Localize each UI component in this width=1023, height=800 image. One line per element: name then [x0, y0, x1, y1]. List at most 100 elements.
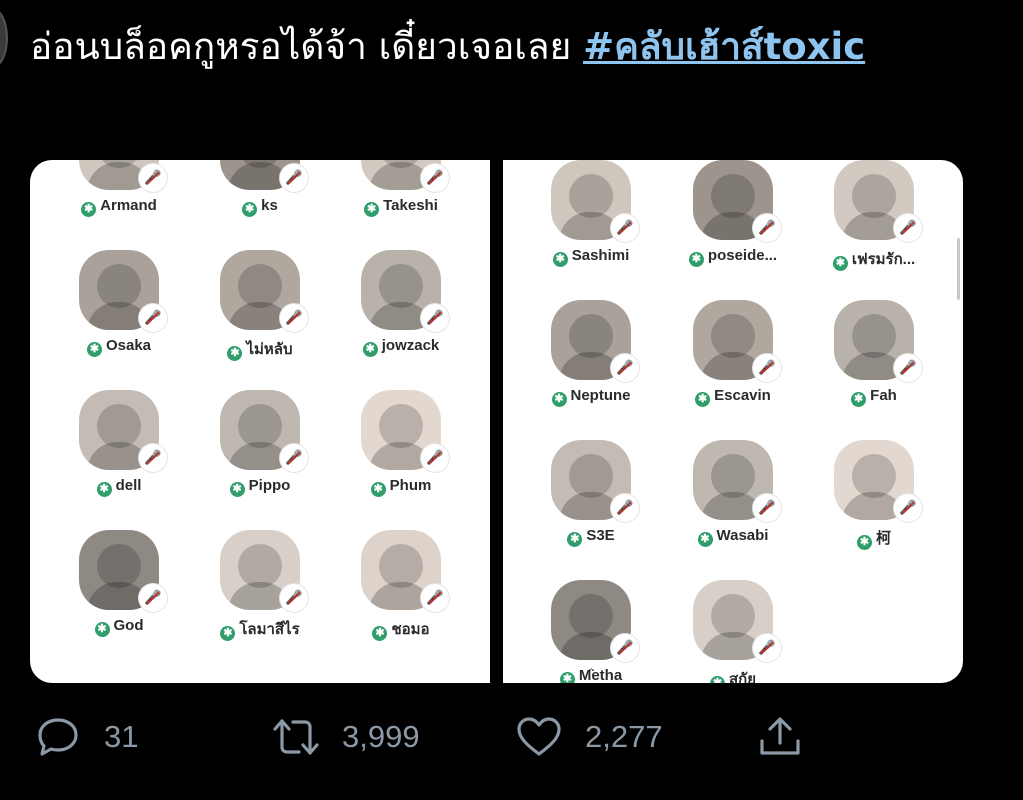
participant-name: ✱ 柯: [809, 527, 939, 550]
participant-name-text: ไม่หลับ: [246, 341, 293, 358]
muted-mic-icon: 🎤: [280, 304, 308, 332]
participant-tile[interactable]: 🎤 ✱ สกัย: [668, 580, 798, 683]
moderator-badge-icon: ✱: [362, 342, 378, 357]
like-count: 2,277: [585, 719, 663, 754]
participant-name: ✱ Wasabi: [668, 527, 798, 547]
participant-tile[interactable]: 🎤 ✱ โลมาสีไร: [195, 530, 325, 650]
participant-name: ✱ Osaka: [54, 337, 184, 357]
tweet-text: อ่อนบล็อคกูหรอได้จ้า เดี๋ยวเจอเลย #คลับเ…: [30, 18, 990, 76]
participant-tile[interactable]: 🎤 ✱ Wasabi: [668, 440, 798, 560]
participant-name: ✱ Mֹ̈etha: [526, 667, 656, 683]
participant-name-text: poseide...: [707, 247, 778, 264]
participant-name: ✱ Sashimi: [526, 247, 656, 267]
participant-name-text: Sashimi: [571, 247, 630, 264]
muted-mic-icon: 🎤: [894, 354, 922, 382]
screenshot-right[interactable]: 🎤 ✱ Sashimi 🎤 ✱ poseide... 🎤 ✱ เฟรมรัก... 🎤 ✱ Neptu…: [503, 160, 963, 683]
participant-name-text: S3E: [586, 527, 615, 544]
participant-name-text: Neptune: [570, 387, 631, 404]
reply-icon: [38, 718, 78, 756]
hashtag-link[interactable]: #คลับเฮ้าส์toxic: [583, 25, 865, 68]
moderator-badge-icon: ✱: [370, 482, 386, 497]
heart-icon: [517, 717, 561, 756]
moderator-badge-icon: ✱: [220, 626, 236, 641]
participant-name: ✱ dell: [54, 477, 184, 497]
participant-name-text: dell: [115, 477, 142, 494]
muted-mic-icon: 🎤: [894, 494, 922, 522]
share-button[interactable]: [756, 705, 804, 769]
muted-mic-icon: 🎤: [611, 494, 639, 522]
participant-name-text: สกัย: [728, 671, 757, 683]
participant-tile[interactable]: 🎤 ✱ Fah: [809, 300, 939, 420]
participant-tile[interactable]: 🎤 ✱ ไม่หลับ: [195, 250, 325, 370]
participant-name-text: เฟรมรัก...: [851, 251, 916, 268]
participant-tile[interactable]: 🎤 ✱ S3E: [526, 440, 656, 560]
like-button[interactable]: 2,277: [515, 705, 663, 769]
participant-tile[interactable]: 🎤 ✱ Mֹ̈etha: [526, 580, 656, 683]
author-avatar[interactable]: [0, 8, 8, 68]
muted-mic-icon: 🎤: [753, 494, 781, 522]
participant-name-text: Fah: [870, 387, 897, 404]
participant-tile[interactable]: 🎤 ✱ Phum: [336, 390, 466, 510]
participant-tile[interactable]: 🎤 ✱ poseide...: [668, 160, 798, 280]
muted-mic-icon: 🎤: [421, 164, 449, 192]
retweet-count: 3,999: [342, 719, 420, 754]
participant-name: ✱ Fah: [809, 387, 939, 407]
moderator-badge-icon: ✱: [94, 622, 110, 637]
participant-tile[interactable]: 🎤 ✱ เฟรมรัก...: [809, 160, 939, 280]
tweet-media[interactable]: 🎤 ✱ Armand 🎤 ✱ ks 🎤 ✱ Takeshi 🎤 ✱ Osaka 🎤 ✱ ไม่หลับ 🎤 ✱ j…: [30, 160, 963, 683]
reply-button[interactable]: 31: [34, 705, 138, 769]
muted-mic-icon: 🎤: [280, 444, 308, 472]
retweet-button[interactable]: 3,999: [272, 705, 420, 769]
moderator-badge-icon: ✱: [551, 392, 567, 407]
participant-tile[interactable]: 🎤 ✱ Pippo: [195, 390, 325, 510]
moderator-badge-icon: ✱: [856, 535, 872, 550]
moderator-badge-icon: ✱: [688, 252, 704, 267]
muted-mic-icon: 🎤: [753, 354, 781, 382]
screenshot-left[interactable]: 🎤 ✱ Armand 🎤 ✱ ks 🎤 ✱ Takeshi 🎤 ✱ Osaka 🎤 ✱ ไม่หลับ 🎤 ✱ j…: [30, 160, 490, 683]
participant-name-text: Escavin: [714, 387, 771, 404]
muted-mic-icon: 🎤: [139, 584, 167, 612]
moderator-badge-icon: ✱: [86, 342, 102, 357]
participant-tile[interactable]: 🎤 ✱ jowzack: [336, 250, 466, 370]
participant-tile[interactable]: 🎤 ✱ Escavin: [668, 300, 798, 420]
participant-tile[interactable]: 🎤 ✱ Armand: [54, 160, 184, 230]
moderator-badge-icon: ✱: [552, 252, 568, 267]
participant-tile[interactable]: 🎤 ✱ God: [54, 530, 184, 650]
participant-name: ✱ เฟรมรัก...: [809, 247, 939, 271]
reply-count: 31: [104, 719, 139, 754]
moderator-badge-icon: ✱: [709, 676, 725, 683]
moderator-badge-icon: ✱: [695, 392, 711, 407]
participant-tile[interactable]: 🎤 ✱ Osaka: [54, 250, 184, 370]
participant-tile[interactable]: 🎤 ✱ 柯: [809, 440, 939, 560]
participant-name: ✱ Armand: [54, 197, 184, 217]
participant-tile[interactable]: 🎤 ✱ dell: [54, 390, 184, 510]
muted-mic-icon: 🎤: [421, 444, 449, 472]
moderator-badge-icon: ✱: [372, 626, 388, 641]
participant-tile[interactable]: 🎤 ✱ Sashimi: [526, 160, 656, 280]
participant-tile[interactable]: 🎤 ✱ Neptune: [526, 300, 656, 420]
participant-tile[interactable]: 🎤 ✱ ชอมอ: [336, 530, 466, 650]
muted-mic-icon: 🎤: [280, 584, 308, 612]
participant-name: ✱ poseide...: [668, 247, 798, 267]
moderator-badge-icon: ✱: [229, 482, 245, 497]
scrollbar[interactable]: [957, 238, 960, 300]
participant-tile[interactable]: 🎤 ✱ ks: [195, 160, 325, 230]
participant-name: ✱ ไม่หลับ: [195, 337, 325, 361]
participant-name: ✱ ชอมอ: [336, 617, 466, 641]
participant-name: ✱ S3E: [526, 527, 656, 547]
moderator-badge-icon: ✱: [364, 202, 380, 217]
muted-mic-icon: 🎤: [421, 304, 449, 332]
participant-name: ✱ โลมาสีไร: [195, 617, 325, 641]
moderator-badge-icon: ✱: [851, 392, 867, 407]
muted-mic-icon: 🎤: [280, 164, 308, 192]
muted-mic-icon: 🎤: [894, 214, 922, 242]
participant-name-text: Osaka: [105, 337, 152, 354]
participant-name-text: Armand: [100, 197, 157, 214]
participant-name: ✱ ks: [195, 197, 325, 217]
muted-mic-icon: 🎤: [753, 214, 781, 242]
moderator-badge-icon: ✱: [832, 256, 848, 271]
muted-mic-icon: 🎤: [753, 634, 781, 662]
tweet-body-text: อ่อนบล็อคกูหรอได้จ้า เดี๋ยวเจอเลย: [30, 25, 584, 68]
participant-tile[interactable]: 🎤 ✱ Takeshi: [336, 160, 466, 230]
participant-name: ✱ Escavin: [668, 387, 798, 407]
